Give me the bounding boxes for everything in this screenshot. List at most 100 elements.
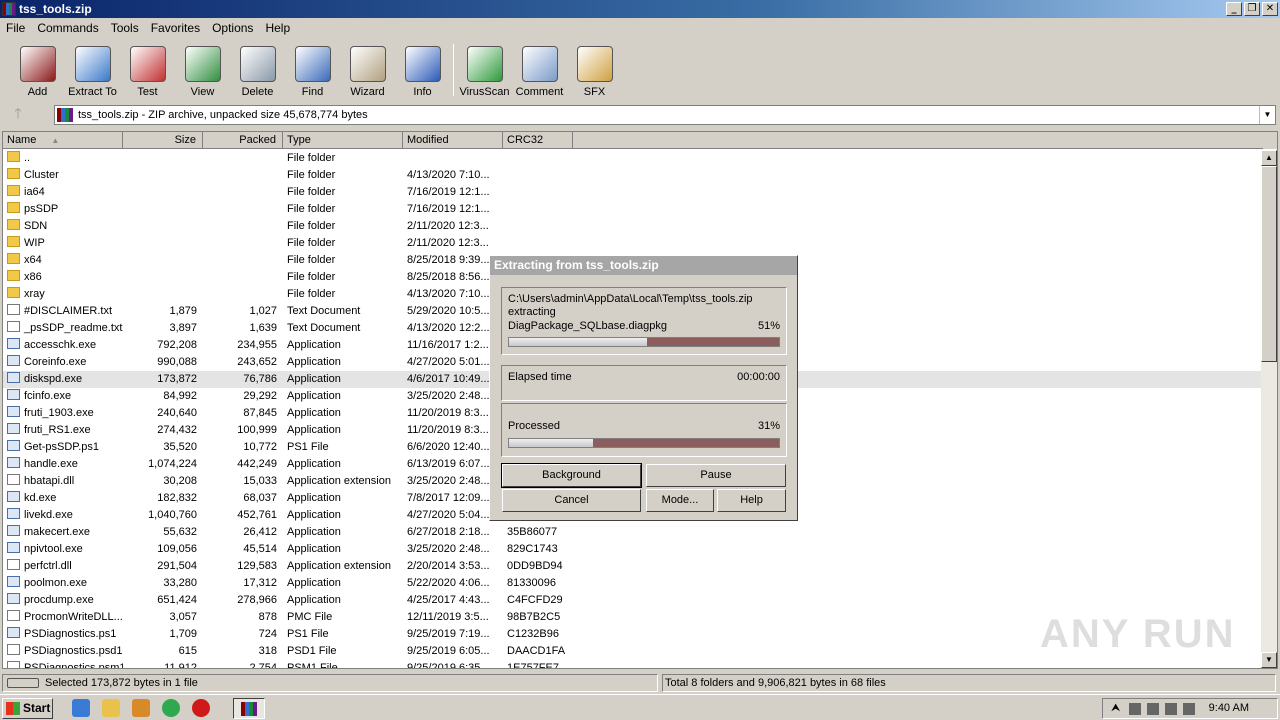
cell-type: File folder <box>283 184 403 201</box>
table-row[interactable]: perfctrl.dll 291,504 129,583 Application ex… <box>3 558 1263 575</box>
media-player-icon[interactable] <box>132 699 150 717</box>
toolbar-virusscan-button[interactable]: VirusScan <box>457 40 512 98</box>
vertical-scrollbar[interactable]: ▲ ▼ <box>1261 150 1277 668</box>
cell-text: 30,208 <box>163 475 197 487</box>
cell-size: 182,832 <box>123 490 203 507</box>
pause-button[interactable]: Pause <box>646 464 786 487</box>
cell-packed: 724 <box>203 626 283 643</box>
cell-size: 1,879 <box>123 303 203 320</box>
toolbar-test-button[interactable]: Test <box>120 40 175 98</box>
cell-type: File folder <box>283 150 403 167</box>
cell-text: 1,040,760 <box>148 509 197 521</box>
opera-icon[interactable] <box>192 699 210 717</box>
cell-text: Application <box>287 424 341 436</box>
zip-archive-icon <box>57 108 73 122</box>
table-row[interactable]: WIP File folder 2/11/2020 12:3... <box>3 235 1263 252</box>
minimize-button[interactable]: _ <box>1226 2 1242 16</box>
toolbar-extract-to-button[interactable]: Extract To <box>65 40 120 98</box>
table-row[interactable]: SDN File folder 2/11/2020 12:3... <box>3 218 1263 235</box>
toolbar-info-button[interactable]: Info <box>395 40 450 98</box>
cell-text: Text Document <box>287 322 361 334</box>
column-type[interactable]: Type <box>283 132 403 149</box>
menu-tools[interactable]: Tools <box>105 21 145 35</box>
cell-modified <box>403 150 503 167</box>
start-button[interactable]: Start <box>2 698 53 719</box>
explorer-folder-icon[interactable] <box>102 699 120 717</box>
table-row[interactable]: poolmon.exe 33,280 17,312 Application 5/22/2… <box>3 575 1263 592</box>
cell-size <box>123 218 203 235</box>
toolbar-wizard-button[interactable]: Wizard <box>340 40 395 98</box>
address-field[interactable]: tss_tools.zip - ZIP archive, unpacked si… <box>54 105 1276 125</box>
table-row[interactable]: procdump.exe 651,424 278,966 Application 4/2… <box>3 592 1263 609</box>
table-row[interactable]: ia64 File folder 7/16/2019 12:1... <box>3 184 1263 201</box>
cell-modified: 4/25/2017 4:43... <box>403 592 503 609</box>
cell-text: 1,027 <box>249 305 277 317</box>
toolbar-delete-button[interactable]: Delete <box>230 40 285 98</box>
cell-text: Application <box>287 543 341 555</box>
table-row[interactable]: PSDiagnostics.psm1 11,912 2,754 PSM1 File 9/… <box>3 660 1263 668</box>
cell-text: 100,999 <box>237 424 277 436</box>
menu-favorites[interactable]: Favorites <box>145 21 206 35</box>
cell-type: Application <box>283 422 403 439</box>
cell-name: Cluster <box>3 167 123 184</box>
restore-button[interactable]: ❐ <box>1244 2 1260 16</box>
table-row[interactable]: .. File folder <box>3 150 1263 167</box>
toolbar-find-button[interactable]: Find <box>285 40 340 98</box>
address-dropdown-icon[interactable]: ▼ <box>1259 106 1275 124</box>
table-row[interactable]: npivtool.exe 109,056 45,514 Application 3/25… <box>3 541 1263 558</box>
cell-text: ProcmonWriteDLL... <box>24 611 123 623</box>
cell-text: 4/27/2020 5:01... <box>407 356 490 368</box>
mode-button[interactable]: Mode... <box>646 489 714 512</box>
scroll-down-icon[interactable]: ▼ <box>1261 652 1277 668</box>
cell-text: SDN <box>24 220 48 232</box>
cell-name: WIP <box>3 235 123 252</box>
table-row[interactable]: psSDP File folder 7/16/2019 12:1... <box>3 201 1263 218</box>
cancel-button[interactable]: Cancel <box>502 489 641 512</box>
menu-options[interactable]: Options <box>206 21 259 35</box>
menu-commands[interactable]: Commands <box>31 21 104 35</box>
cell-name: handle.exe <box>3 456 123 473</box>
menu-file[interactable]: File <box>0 21 31 35</box>
internet-explorer-icon[interactable] <box>72 699 90 717</box>
scroll-up-icon[interactable]: ▲ <box>1261 150 1277 166</box>
column-packed[interactable]: Packed <box>203 132 283 149</box>
toolbar-view-button[interactable]: View <box>175 40 230 98</box>
cell-crc: 81330096 <box>503 575 573 592</box>
cell-text: File folder <box>287 186 336 198</box>
toolbar-separator <box>453 44 454 96</box>
column-modified[interactable]: Modified <box>403 132 503 149</box>
cell-text: 9/25/2019 7:19... <box>407 628 490 640</box>
cell-size: 3,897 <box>123 320 203 337</box>
winrar-taskbar-icon <box>241 702 257 716</box>
cell-name: #DISCLAIMER.txt <box>3 303 123 320</box>
cell-text: 278,966 <box>237 594 277 606</box>
up-folder-button[interactable]: 🡑 <box>0 103 36 127</box>
column-crc32[interactable]: CRC32 <box>503 132 573 149</box>
help-button[interactable]: Help <box>717 489 786 512</box>
cell-packed <box>203 201 283 218</box>
close-button[interactable]: ✕ <box>1262 2 1278 16</box>
toolbar-comment-button[interactable]: Comment <box>512 40 567 98</box>
cell-text: #DISCLAIMER.txt <box>24 305 113 317</box>
tray-icons[interactable] <box>1129 703 1199 715</box>
cell-name: hbatapi.dll <box>3 473 123 490</box>
cell-text: 990,088 <box>157 356 197 368</box>
scroll-thumb[interactable] <box>1261 166 1277 362</box>
cell-size <box>123 286 203 303</box>
table-row[interactable]: Cluster File folder 4/13/2020 7:10... <box>3 167 1263 184</box>
background-button[interactable]: Background <box>501 463 642 488</box>
tray-expand-icon[interactable]: ⮝ <box>1111 699 1120 718</box>
application-icon <box>7 389 20 400</box>
table-row[interactable]: makecert.exe 55,632 26,412 Application 6/27/… <box>3 524 1263 541</box>
menu-help[interactable]: Help <box>259 21 296 35</box>
application-icon <box>7 372 20 383</box>
cell-type: File folder <box>283 218 403 235</box>
column-size[interactable]: Size <box>123 132 203 149</box>
processed-percent: 31% <box>757 420 780 432</box>
toolbar-add-button[interactable]: Add <box>10 40 65 98</box>
chrome-icon[interactable] <box>162 699 180 717</box>
taskbar-winrar-button[interactable] <box>233 698 265 719</box>
column-name[interactable]: Name ▲ <box>3 132 123 149</box>
toolbar-sfx-button[interactable]: SFX <box>567 40 622 98</box>
cell-text: xray <box>24 288 45 300</box>
